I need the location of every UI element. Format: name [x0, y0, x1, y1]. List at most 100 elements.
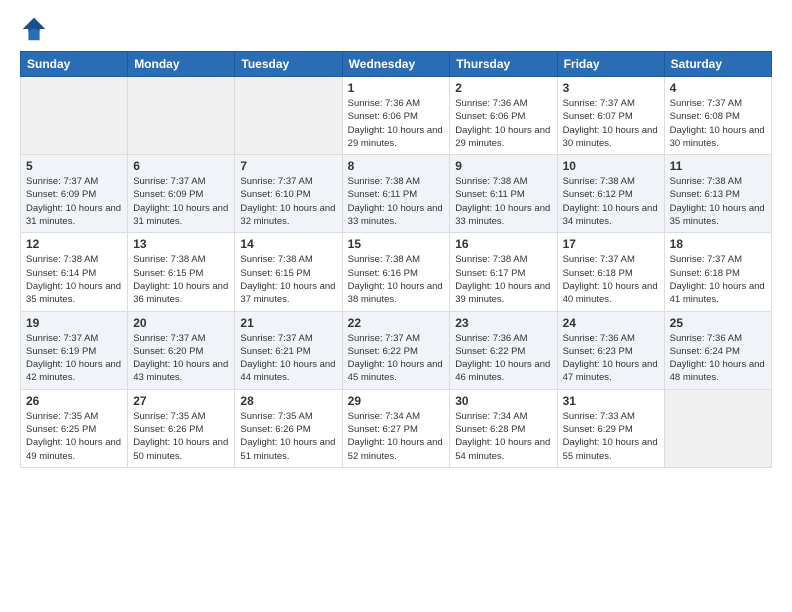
- calendar-cell: 12 Sunrise: 7:38 AMSunset: 6:14 PMDayligh…: [21, 233, 128, 311]
- calendar-cell: 9 Sunrise: 7:38 AMSunset: 6:11 PMDaylight…: [450, 155, 557, 233]
- cell-content: Sunrise: 7:38 AMSunset: 6:15 PMDaylight:…: [240, 253, 336, 306]
- calendar-cell: [21, 77, 128, 155]
- calendar-table: SundayMondayTuesdayWednesdayThursdayFrid…: [20, 51, 772, 468]
- col-header-monday: Monday: [128, 52, 235, 77]
- day-number: 14: [240, 237, 336, 251]
- calendar-cell: 31Sunrise: 7:33 AMSunset: 6:29 PMDayligh…: [557, 389, 664, 467]
- cell-content: Sunrise: 7:36 AMSunset: 6:06 PMDaylight:…: [348, 97, 445, 150]
- calendar-cell: 20Sunrise: 7:37 AMSunset: 6:20 PMDayligh…: [128, 311, 235, 389]
- day-number: 16: [455, 237, 551, 251]
- calendar-week-row: 12 Sunrise: 7:38 AMSunset: 6:14 PMDayligh…: [21, 233, 772, 311]
- cell-content: Sunrise: 7:36 AMSunset: 6:24 PMDaylight:…: [670, 332, 766, 385]
- logo: [20, 15, 52, 43]
- day-number: 27: [133, 394, 229, 408]
- calendar-week-row: 5 Sunrise: 7:37 AMSunset: 6:09 PMDaylight…: [21, 155, 772, 233]
- day-number: 6: [133, 159, 229, 173]
- day-number: 9: [455, 159, 551, 173]
- calendar-cell: [128, 77, 235, 155]
- calendar-cell: 17Sunrise: 7:37 AMSunset: 6:18 PMDayligh…: [557, 233, 664, 311]
- calendar-cell: 2 Sunrise: 7:36 AMSunset: 6:06 PMDaylight…: [450, 77, 557, 155]
- day-number: 23: [455, 316, 551, 330]
- cell-content: Sunrise: 7:38 AMSunset: 6:16 PMDaylight:…: [348, 253, 445, 306]
- calendar-cell: 6 Sunrise: 7:37 AMSunset: 6:09 PMDaylight…: [128, 155, 235, 233]
- calendar-cell: 18 Sunrise: 7:37 AMSunset: 6:18 PMDayligh…: [664, 233, 771, 311]
- header: [20, 15, 772, 43]
- day-number: 7: [240, 159, 336, 173]
- day-number: 18: [670, 237, 766, 251]
- calendar-cell: 10 Sunrise: 7:38 AMSunset: 6:12 PMDayligh…: [557, 155, 664, 233]
- cell-content: Sunrise: 7:35 AMSunset: 6:26 PMDaylight:…: [240, 410, 336, 463]
- col-header-saturday: Saturday: [664, 52, 771, 77]
- calendar-cell: [235, 77, 342, 155]
- day-number: 10: [563, 159, 659, 173]
- cell-content: Sunrise: 7:37 AMSunset: 6:10 PMDaylight:…: [240, 175, 336, 228]
- col-header-friday: Friday: [557, 52, 664, 77]
- cell-content: Sunrise: 7:37 AMSunset: 6:22 PMDaylight:…: [348, 332, 445, 385]
- day-number: 12: [26, 237, 122, 251]
- calendar-cell: 7 Sunrise: 7:37 AMSunset: 6:10 PMDaylight…: [235, 155, 342, 233]
- cell-content: Sunrise: 7:37 AMSunset: 6:21 PMDaylight:…: [240, 332, 336, 385]
- calendar-cell: 1 Sunrise: 7:36 AMSunset: 6:06 PMDaylight…: [342, 77, 450, 155]
- day-number: 26: [26, 394, 122, 408]
- day-number: 19: [26, 316, 122, 330]
- calendar-cell: 5 Sunrise: 7:37 AMSunset: 6:09 PMDaylight…: [21, 155, 128, 233]
- calendar-cell: 3 Sunrise: 7:37 AMSunset: 6:07 PMDaylight…: [557, 77, 664, 155]
- day-number: 21: [240, 316, 336, 330]
- calendar-cell: 14 Sunrise: 7:38 AMSunset: 6:15 PMDayligh…: [235, 233, 342, 311]
- cell-content: Sunrise: 7:35 AMSunset: 6:25 PMDaylight:…: [26, 410, 122, 463]
- cell-content: Sunrise: 7:37 AMSunset: 6:09 PMDaylight:…: [133, 175, 229, 228]
- cell-content: Sunrise: 7:38 AMSunset: 6:14 PMDaylight:…: [26, 253, 122, 306]
- calendar-week-row: 1 Sunrise: 7:36 AMSunset: 6:06 PMDaylight…: [21, 77, 772, 155]
- calendar-week-row: 26 Sunrise: 7:35 AMSunset: 6:25 PMDayligh…: [21, 389, 772, 467]
- col-header-tuesday: Tuesday: [235, 52, 342, 77]
- day-number: 2: [455, 81, 551, 95]
- day-number: 22: [348, 316, 445, 330]
- cell-content: Sunrise: 7:36 AMSunset: 6:23 PMDaylight:…: [563, 332, 659, 385]
- day-number: 28: [240, 394, 336, 408]
- col-header-wednesday: Wednesday: [342, 52, 450, 77]
- calendar-cell: 15 Sunrise: 7:38 AMSunset: 6:16 PMDayligh…: [342, 233, 450, 311]
- cell-content: Sunrise: 7:34 AMSunset: 6:27 PMDaylight:…: [348, 410, 445, 463]
- calendar-cell: 23Sunrise: 7:36 AMSunset: 6:22 PMDayligh…: [450, 311, 557, 389]
- calendar-cell: 30 Sunrise: 7:34 AMSunset: 6:28 PMDayligh…: [450, 389, 557, 467]
- cell-content: Sunrise: 7:38 AMSunset: 6:15 PMDaylight:…: [133, 253, 229, 306]
- day-number: 8: [348, 159, 445, 173]
- cell-content: Sunrise: 7:33 AMSunset: 6:29 PMDaylight:…: [563, 410, 659, 463]
- cell-content: Sunrise: 7:37 AMSunset: 6:07 PMDaylight:…: [563, 97, 659, 150]
- cell-content: Sunrise: 7:37 AMSunset: 6:09 PMDaylight:…: [26, 175, 122, 228]
- day-number: 29: [348, 394, 445, 408]
- calendar-cell: 22 Sunrise: 7:37 AMSunset: 6:22 PMDayligh…: [342, 311, 450, 389]
- cell-content: Sunrise: 7:38 AMSunset: 6:13 PMDaylight:…: [670, 175, 766, 228]
- cell-content: Sunrise: 7:38 AMSunset: 6:12 PMDaylight:…: [563, 175, 659, 228]
- calendar-header-row: SundayMondayTuesdayWednesdayThursdayFrid…: [21, 52, 772, 77]
- day-number: 24: [563, 316, 659, 330]
- calendar-cell: 16Sunrise: 7:38 AMSunset: 6:17 PMDayligh…: [450, 233, 557, 311]
- calendar-cell: 25 Sunrise: 7:36 AMSunset: 6:24 PMDayligh…: [664, 311, 771, 389]
- day-number: 30: [455, 394, 551, 408]
- calendar-cell: 29 Sunrise: 7:34 AMSunset: 6:27 PMDayligh…: [342, 389, 450, 467]
- calendar-cell: 21 Sunrise: 7:37 AMSunset: 6:21 PMDayligh…: [235, 311, 342, 389]
- day-number: 1: [348, 81, 445, 95]
- cell-content: Sunrise: 7:38 AMSunset: 6:11 PMDaylight:…: [455, 175, 551, 228]
- cell-content: Sunrise: 7:37 AMSunset: 6:20 PMDaylight:…: [133, 332, 229, 385]
- day-number: 3: [563, 81, 659, 95]
- cell-content: Sunrise: 7:37 AMSunset: 6:18 PMDaylight:…: [670, 253, 766, 306]
- calendar-container: SundayMondayTuesdayWednesdayThursdayFrid…: [0, 0, 792, 478]
- day-number: 11: [670, 159, 766, 173]
- calendar-cell: 24 Sunrise: 7:36 AMSunset: 6:23 PMDayligh…: [557, 311, 664, 389]
- day-number: 25: [670, 316, 766, 330]
- calendar-week-row: 19Sunrise: 7:37 AMSunset: 6:19 PMDayligh…: [21, 311, 772, 389]
- calendar-cell: 19Sunrise: 7:37 AMSunset: 6:19 PMDayligh…: [21, 311, 128, 389]
- day-number: 4: [670, 81, 766, 95]
- day-number: 15: [348, 237, 445, 251]
- day-number: 5: [26, 159, 122, 173]
- cell-content: Sunrise: 7:37 AMSunset: 6:18 PMDaylight:…: [563, 253, 659, 306]
- col-header-sunday: Sunday: [21, 52, 128, 77]
- cell-content: Sunrise: 7:34 AMSunset: 6:28 PMDaylight:…: [455, 410, 551, 463]
- calendar-cell: 26 Sunrise: 7:35 AMSunset: 6:25 PMDayligh…: [21, 389, 128, 467]
- cell-content: Sunrise: 7:36 AMSunset: 6:06 PMDaylight:…: [455, 97, 551, 150]
- col-header-thursday: Thursday: [450, 52, 557, 77]
- calendar-cell: 8Sunrise: 7:38 AMSunset: 6:11 PMDaylight…: [342, 155, 450, 233]
- day-number: 13: [133, 237, 229, 251]
- calendar-cell: 28 Sunrise: 7:35 AMSunset: 6:26 PMDayligh…: [235, 389, 342, 467]
